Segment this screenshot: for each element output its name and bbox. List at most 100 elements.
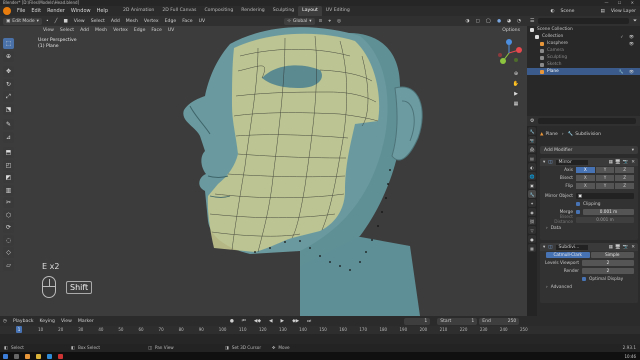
subdivision-name-field[interactable]: Subdivi... [555,244,588,250]
navigation-gizmo[interactable] [494,38,524,68]
perspective-toggle-icon[interactable]: ▦ [512,100,520,108]
object-tab-icon[interactable]: ▣ [528,181,536,189]
scale-tool-icon[interactable]: ⤢ [3,91,14,102]
outliner-item[interactable]: Icosphere 👁 [527,40,640,47]
tool-tab-icon[interactable]: 🔧 [528,127,536,135]
annotate-tool-icon[interactable]: ✎ [3,119,14,130]
loop-cut-tool-icon[interactable]: ▥ [3,184,14,196]
menu-uv-2[interactable]: UV [165,26,178,35]
start-menu-icon[interactable] [3,353,8,359]
visibility-icons[interactable]: ✓ 👁 [620,33,636,40]
tab-rendering[interactable]: Rendering [237,6,268,16]
jump-end-icon[interactable]: ⏭ [304,317,314,326]
menu-add-2[interactable]: Add [77,26,92,35]
zoom-icon[interactable]: ⊕ [512,70,520,78]
menu-view-2[interactable]: View [40,26,57,35]
merge-checkbox[interactable] [576,210,580,214]
options-menu[interactable]: Options [499,26,523,35]
menu-view[interactable]: View [71,17,88,26]
rotate-tool-icon[interactable]: ↻ [3,78,14,90]
edge-select-icon[interactable]: ╱ [52,17,61,26]
tab-uv-editing[interactable]: UV Editing [322,6,354,16]
edit-mode-toggle-icon[interactable]: ▦ [609,160,613,165]
pan-hand-icon[interactable]: ✋ [512,80,520,88]
next-keyframe-icon[interactable]: ◆▶ [289,317,302,326]
jump-start-icon[interactable]: ⏮ [239,317,249,326]
playback-menu[interactable]: Playback [10,317,37,326]
menu-help[interactable]: Help [94,6,111,16]
bisect-distance-field[interactable]: 0.001 m [576,217,634,223]
render-tab-icon[interactable]: 📷 [528,136,536,144]
extrude-tool-icon[interactable]: ⬒ [3,147,14,158]
close-icon[interactable]: ✕ [631,160,635,165]
menu-render[interactable]: Render [44,6,68,16]
3d-viewport[interactable] [0,26,527,316]
camera-view-icon[interactable]: ▶ [512,90,520,98]
constraints-tab-icon[interactable]: ⛓ [528,217,536,225]
render-levels-field[interactable]: 2 [582,268,634,274]
current-frame-field[interactable]: 1 [404,317,431,325]
filter-icon[interactable]: ⏷ [633,18,637,24]
marker-menu[interactable]: Marker [75,317,97,326]
bevel-tool-icon[interactable]: ◩ [3,172,14,183]
menu-add[interactable]: Add [108,17,123,26]
flip-y-toggle[interactable]: Y [595,183,615,189]
tab-sculpting[interactable]: Sculpting [269,6,298,16]
merge-distance-field[interactable]: 0.001 m [583,209,634,215]
simple-toggle[interactable]: Simple [590,252,634,258]
menu-vertex-2[interactable]: Vertex [110,26,131,35]
play-reverse-icon[interactable]: ◀ [266,317,276,326]
menu-edge-2[interactable]: Edge [131,26,149,35]
particles-tab-icon[interactable]: ✦ [528,199,536,207]
rendered-shading-icon[interactable]: ◔ [514,17,524,26]
properties-search-input[interactable] [538,118,636,124]
mirror-header[interactable]: ▾ ◫ Mirror ▦ 🖥 📷 ✕ [540,158,638,166]
clipping-checkbox[interactable] [576,202,580,206]
smooth-tool-icon[interactable]: ◌ [3,234,14,246]
play-icon[interactable]: ▶ [278,317,288,326]
subdivision-header[interactable]: ▾ ◫ Subdivi... ▦ 🖥 📷 ✕ [540,243,638,251]
visibility-icons[interactable]: 🔧 👁 [619,68,636,75]
scene-tab-icon[interactable]: ◐ [528,163,536,171]
menu-uv[interactable]: UV [196,17,209,26]
modifier-tab-icon[interactable]: 🔧 [528,190,536,198]
vertex-select-icon[interactable]: • [43,17,52,26]
menu-mesh[interactable]: Mesh [123,17,141,26]
levels-viewport-field[interactable]: 2 [582,260,634,266]
edit-mode-toggle-icon[interactable]: ▦ [609,245,613,250]
axis-y-toggle[interactable]: Y [595,167,615,173]
bisect-z-toggle[interactable]: Z [615,175,635,181]
blender-app-icon[interactable] [25,353,30,359]
end-frame-field[interactable]: End 250 [479,317,520,325]
xray-icon[interactable]: ▢ [472,17,482,26]
timeline-editor-icon[interactable]: ◷ [0,317,10,326]
data-subpanel[interactable]: › Data [540,224,638,232]
menu-select-2[interactable]: Select [57,26,77,35]
add-modifier-button[interactable]: Add Modifier ▾ [540,146,638,154]
wireframe-shading-icon[interactable]: ◯ [483,17,494,26]
menu-vertex[interactable]: Vertex [141,17,162,26]
render-toggle-icon[interactable]: 📷 [623,160,629,165]
optimal-display-checkbox[interactable] [582,277,586,281]
tab-compositing[interactable]: Compositing [200,6,237,16]
world-tab-icon[interactable]: 🌐 [528,172,536,180]
shrink-tool-icon[interactable]: ◇ [3,247,14,258]
flip-x-toggle[interactable]: X [576,183,595,189]
browser-icon[interactable] [47,353,52,359]
expand-chevron-icon[interactable]: ▾ [543,245,545,250]
inset-tool-icon[interactable]: ◰ [3,159,14,171]
measure-tool-icon[interactable]: ⊿ [3,131,14,143]
recorder-icon[interactable] [58,353,63,359]
timeline-view-menu[interactable]: View [58,317,75,326]
start-frame-field[interactable]: Start 1 [437,317,478,325]
spin-tool-icon[interactable]: ⟳ [3,222,14,233]
move-tool-icon[interactable]: ✥ [3,66,14,77]
knife-tool-icon[interactable]: ✂ [3,197,14,208]
overlay-icon[interactable]: ◑ [462,17,472,26]
view-layer-tab-icon[interactable]: ▤ [528,154,536,162]
outliner-type-icon[interactable]: ☰ [530,18,534,24]
snap-icon[interactable]: ⌖ [325,17,334,26]
render-toggle-icon[interactable]: 📷 [623,245,629,250]
physics-tab-icon[interactable]: ◉ [528,208,536,216]
search-icon[interactable] [14,353,19,359]
